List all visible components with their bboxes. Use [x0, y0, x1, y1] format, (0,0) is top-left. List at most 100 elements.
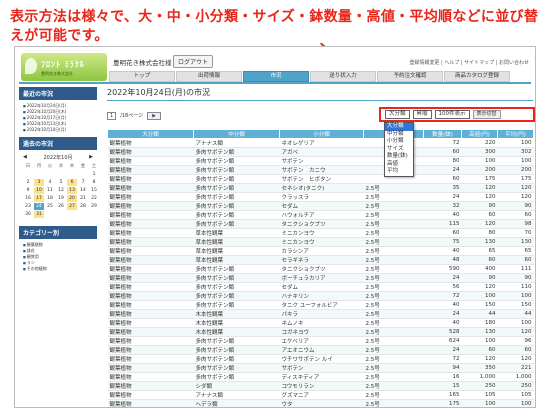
table-cell: 120	[497, 183, 534, 193]
dropdown-option[interactable]: 小分類	[385, 138, 413, 146]
tab-catalog[interactable]: 商品カタログ登録	[444, 71, 510, 82]
tab-market[interactable]: 市況	[243, 71, 309, 82]
calendar-day[interactable]: 11	[45, 187, 55, 194]
calendar-day[interactable]: 23	[23, 203, 33, 210]
table-header-row: 大分類中分類小分類サイズ数量(鉢)高値(円)平均(円)	[107, 129, 534, 139]
table-cell: 60	[461, 345, 498, 355]
calendar-day[interactable]: 1	[89, 171, 99, 178]
calendar-day[interactable]: 10	[34, 187, 44, 194]
calendar-day[interactable]: 13	[67, 187, 77, 194]
calendar-day[interactable]: 18	[45, 195, 55, 202]
calendar-weekday: 月	[36, 164, 42, 169]
next-page-button[interactable]: ▶	[147, 111, 161, 120]
table-cell: アガベ	[279, 147, 364, 157]
calendar-day[interactable]: 22	[89, 195, 99, 202]
calendar-day[interactable]: 15	[89, 187, 99, 194]
calendar-day[interactable]: 8	[89, 179, 99, 186]
calendar-prev-button[interactable]: ◀	[23, 154, 27, 161]
calendar-day[interactable]: 3	[34, 179, 44, 186]
column-header[interactable]: 中分類	[193, 129, 280, 139]
table-row: 観葉植物 多肉サボテン類 ボーチュラカリア 2.5号 24 90 90	[107, 273, 534, 283]
table-cell: 70	[497, 228, 534, 238]
recent-market-link[interactable]: 2022年10月10日(月)	[23, 127, 93, 133]
table-cell: 観葉植物	[107, 138, 194, 148]
dropdown-option[interactable]: 数量(鉢)	[385, 153, 413, 161]
dropdown-option[interactable]: 大分類	[385, 123, 413, 131]
calendar-next-button[interactable]: ▶	[89, 154, 93, 161]
table-cell: 350	[461, 363, 498, 373]
calendar-day[interactable]: 27	[67, 203, 77, 210]
dropdown-option[interactable]: 高値	[385, 161, 413, 169]
column-header[interactable]: 大分類	[107, 129, 194, 139]
tab-reservation[interactable]: 予約注文確認	[377, 71, 443, 82]
table-cell: タニクショクブツ	[279, 219, 364, 229]
calendar-day[interactable]: 5	[56, 179, 66, 186]
table-cell: 多肉サボテン類	[193, 156, 280, 166]
table-cell: 120	[461, 219, 498, 229]
calendar-day[interactable]: 31	[34, 211, 44, 218]
calendar-day[interactable]: 30	[23, 211, 33, 218]
calendar-day[interactable]: 21	[78, 195, 88, 202]
header-links[interactable]: 登録情報変更 | ヘルプ | サイトマップ | お問い合わせ	[409, 59, 529, 66]
table-cell: 2.5号	[363, 228, 424, 238]
calendar-day[interactable]: 9	[23, 187, 33, 194]
column-header[interactable]: 数量(鉢)	[423, 129, 462, 139]
dropdown-option[interactable]: サイズ	[385, 146, 413, 154]
calendar-day[interactable]: 16	[23, 195, 33, 202]
table-cell: 528	[423, 327, 462, 337]
calendar-day[interactable]: 29	[89, 203, 99, 210]
calendar-day[interactable]: 24	[34, 203, 44, 210]
category-link[interactable]: その他植物	[23, 266, 93, 272]
calendar-day[interactable]: 28	[78, 203, 88, 210]
table-cell: 多肉サボテン類	[193, 354, 280, 364]
calendar-day[interactable]: 26	[56, 203, 66, 210]
table-cell: 2.5号	[363, 309, 424, 319]
tab-top[interactable]: トップ	[109, 71, 175, 82]
calendar-day[interactable]: 14	[78, 187, 88, 194]
table-row: 観葉植物 草本性観葉 カラシンア 2.5号 40 65 65	[107, 246, 534, 256]
calendar-day[interactable]: 12	[56, 187, 66, 194]
table-row: 観葉植物 多肉サボテン類 ハウォルチア 2.5号 40 60 60	[107, 210, 534, 220]
calendar-day[interactable]: 2	[23, 179, 33, 186]
table-cell: 150	[461, 300, 498, 310]
calendar-day[interactable]: 19	[56, 195, 66, 202]
recent-market-heading: 最近の市況	[19, 87, 97, 100]
table-cell: 多肉サボテン類	[193, 147, 280, 157]
tab-shipping[interactable]: 出荷情報	[176, 71, 242, 82]
table-cell: 観葉植物	[107, 354, 194, 364]
column-header[interactable]: 平均(円)	[497, 129, 534, 139]
table-cell: 120	[461, 282, 498, 292]
page-select[interactable]: 1	[107, 111, 117, 120]
table-row: 観葉植物 多肉サボテン類 サボテン カニウ 24 200 200	[107, 165, 534, 175]
table-cell: 2.5号	[363, 237, 424, 247]
tab-invoice[interactable]: 送り状入力	[310, 71, 376, 82]
calendar-day	[56, 211, 66, 218]
calendar-day[interactable]: 20	[67, 195, 77, 202]
calendar-day	[78, 211, 88, 218]
calendar-day	[23, 171, 33, 178]
dropdown-option[interactable]: 平均	[385, 168, 413, 176]
column-header[interactable]: 小分類	[279, 129, 364, 139]
table-cell: 多肉サボテン類	[193, 219, 280, 229]
table-cell: 590	[423, 264, 462, 274]
logout-button[interactable]: ログアウト	[173, 55, 214, 68]
calendar-day[interactable]: 4	[45, 179, 55, 186]
sort-key-dropdown[interactable]: 大分類 中分類 小分類 サイズ 数量(鉢) 高値 平均	[384, 122, 414, 177]
table-cell: タニクショクブツ	[279, 264, 364, 274]
recent-market-list: 2022年10月24日(月)2022年10月20日(木)2022年10月17日(…	[19, 102, 97, 137]
table-cell: 2.5号	[363, 210, 424, 220]
table-cell: ハウォルチア	[279, 210, 364, 220]
column-header[interactable]: 高値(円)	[461, 129, 498, 139]
dropdown-option[interactable]: 中分類	[385, 131, 413, 139]
calendar-day[interactable]: 6	[67, 179, 77, 186]
calendar-day[interactable]: 7	[78, 179, 88, 186]
table-cell: 観葉植物	[107, 273, 194, 283]
calendar-day[interactable]: 17	[34, 195, 44, 202]
table-cell: 150	[497, 300, 534, 310]
table-row: 観葉植物 アナナス類 ネオレゲリア 72 220 100	[107, 138, 534, 148]
table-cell: 16	[423, 372, 462, 382]
logo[interactable]: ﾌﾛﾝﾄ ﾐﾗｸﾙ 豊明花き株式会社	[21, 53, 107, 81]
table-cell: 65	[461, 246, 498, 256]
table-cell: 120	[461, 354, 498, 364]
calendar-day[interactable]: 25	[45, 203, 55, 210]
